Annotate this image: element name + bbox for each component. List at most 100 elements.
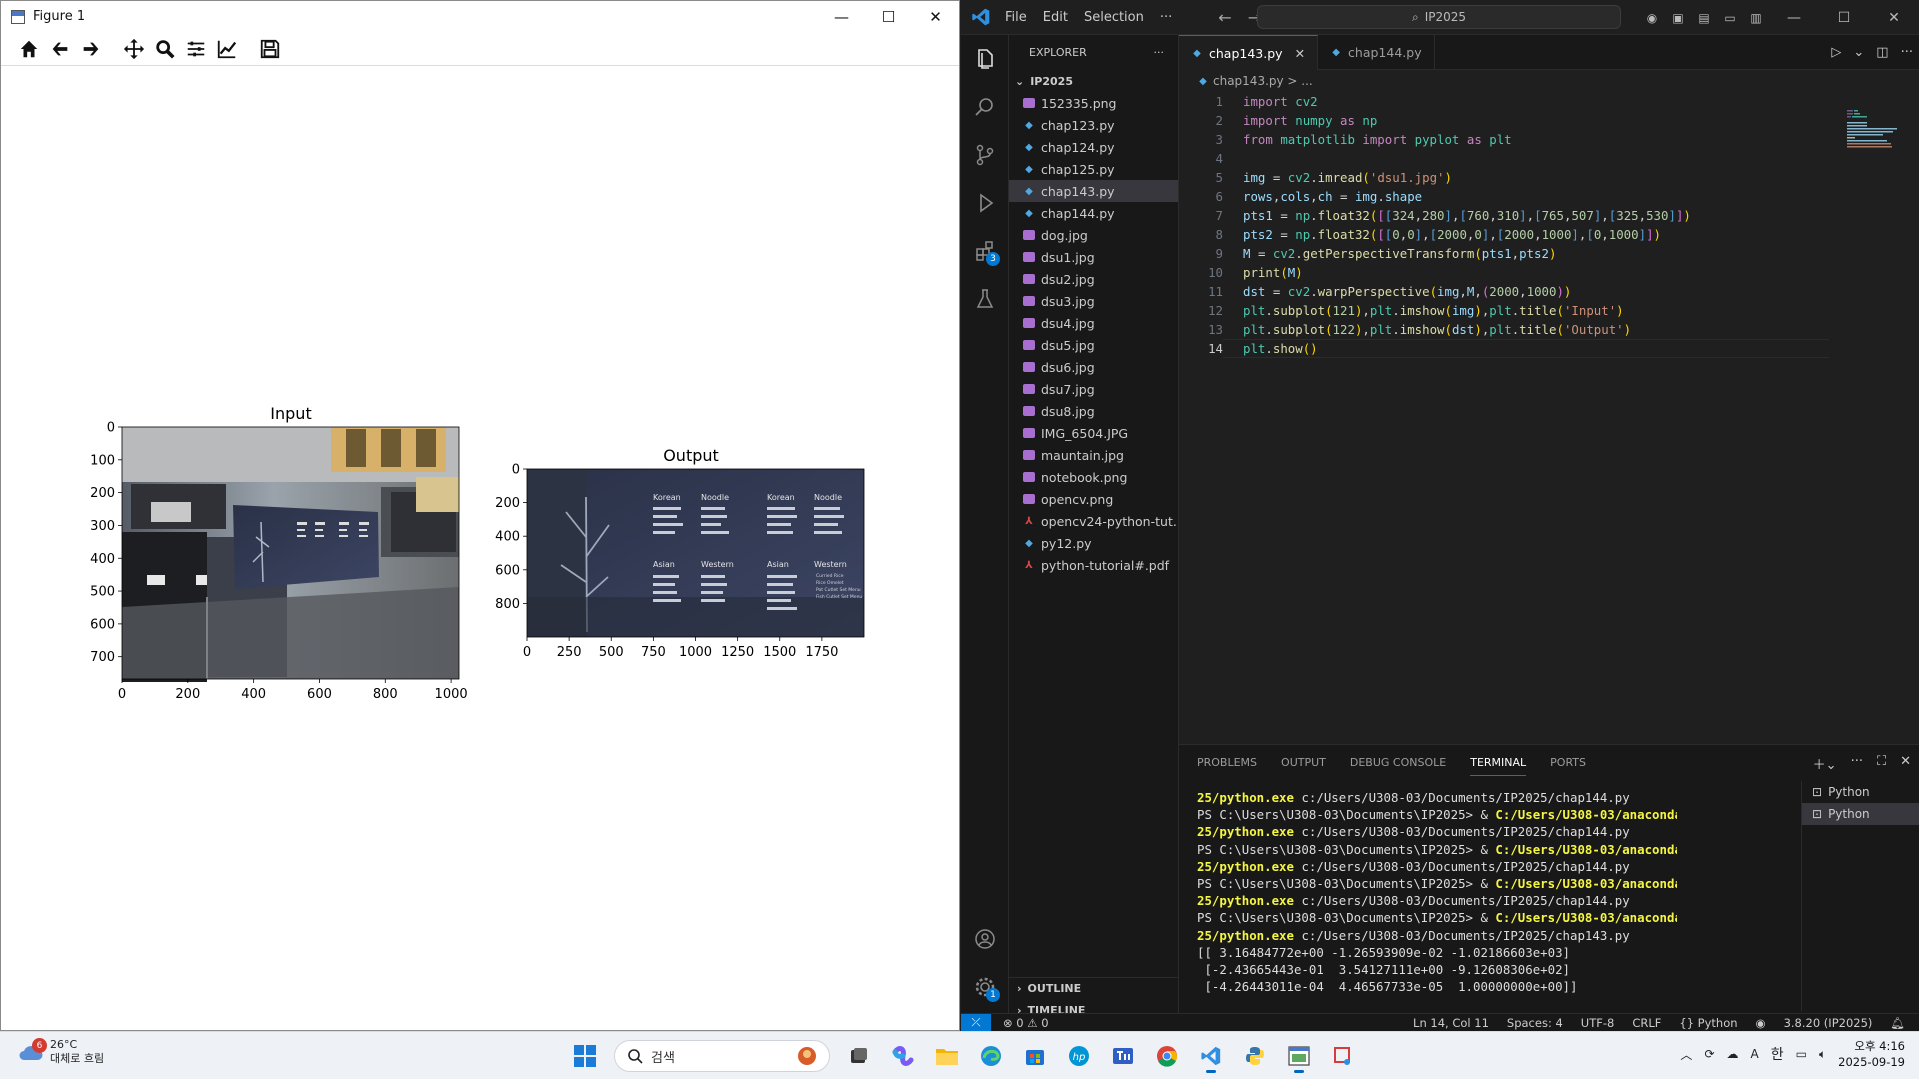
toggle-secondary-sidebar-icon[interactable]: ▥	[1745, 11, 1767, 25]
edit-axis-icon[interactable]	[213, 35, 240, 62]
new-terminal-icon[interactable]: ＋⌄	[1813, 754, 1837, 773]
panel-tab-problems[interactable]: PROBLEMS	[1197, 756, 1257, 769]
back-icon[interactable]	[46, 35, 73, 62]
file-item[interactable]: dog.jpg	[1009, 224, 1178, 246]
task-view-icon[interactable]	[840, 1038, 878, 1074]
close-panel-icon[interactable]: ✕	[1900, 754, 1911, 773]
menu-selection[interactable]: Selection	[1084, 10, 1144, 25]
source-control-icon[interactable]	[961, 131, 1009, 179]
code-line[interactable]: 1 import cv2	[1179, 92, 1919, 111]
code-line[interactable]: 6 rows,cols,ch = img.shape	[1179, 187, 1919, 206]
menu-edit[interactable]: Edit	[1043, 10, 1068, 25]
ime-mode-a[interactable]: A	[1751, 1047, 1759, 1061]
code-line[interactable]: 3 from matplotlib import pyplot as plt	[1179, 130, 1919, 149]
folder-ip2025[interactable]: ⌄ IP2025	[1009, 70, 1178, 92]
file-item[interactable]: dsu4.jpg	[1009, 312, 1178, 334]
cursor-position[interactable]: Ln 14, Col 11	[1413, 1016, 1489, 1030]
save-icon[interactable]	[256, 35, 283, 62]
panel-tab-terminal[interactable]: TERMINAL	[1470, 756, 1527, 776]
file-item[interactable]: ◆ py12.py	[1009, 532, 1178, 554]
copilot-icon[interactable]: ◉	[1641, 11, 1663, 25]
problems-status[interactable]: ⊗ 0 ⚠ 0	[1003, 1016, 1049, 1030]
split-editor-icon[interactable]: ◫	[1876, 45, 1888, 60]
chrome-icon[interactable]	[1148, 1038, 1186, 1074]
file-item[interactable]: ⅄ python-tutorial#.pdf	[1009, 554, 1178, 576]
file-item[interactable]: notebook.png	[1009, 466, 1178, 488]
copilot-app-icon[interactable]	[884, 1038, 922, 1074]
weather-widget[interactable]: 6 26°C 대체로 흐림	[18, 1038, 104, 1066]
python-interpreter[interactable]: 3.8.20 (IP2025)	[1784, 1016, 1873, 1030]
outline-section[interactable]: › OUTLINE	[1009, 977, 1179, 999]
zoom-icon[interactable]	[151, 35, 178, 62]
line-ending[interactable]: CRLF	[1632, 1016, 1661, 1030]
configure-subplots-icon[interactable]	[182, 35, 209, 62]
cloud-off-icon[interactable]: ☁	[1727, 1047, 1739, 1061]
indentation[interactable]: Spaces: 4	[1507, 1016, 1563, 1030]
close-button[interactable]: ✕	[1871, 10, 1917, 26]
language-mode[interactable]: {} Python	[1679, 1016, 1737, 1030]
terminal-item[interactable]: ⊡ Python	[1802, 781, 1919, 803]
code-line[interactable]: 11 dst = cv2.warpPerspective(img,M,(2000,…	[1179, 282, 1919, 301]
toggle-sidebar-icon[interactable]: ▤	[1693, 11, 1715, 25]
python-app-icon[interactable]	[1236, 1038, 1274, 1074]
encoding[interactable]: UTF-8	[1581, 1016, 1615, 1030]
minimize-button[interactable]: —	[818, 1, 865, 32]
run-dropdown-icon[interactable]: ⌄	[1853, 45, 1864, 60]
panel-tab-ports[interactable]: PORTS	[1550, 756, 1586, 769]
tab-chap144[interactable]: ◆ chap144.py	[1318, 35, 1435, 70]
panel-tab-debug-console[interactable]: DEBUG CONSOLE	[1350, 756, 1446, 769]
explorer-icon[interactable]	[961, 35, 1009, 83]
notifications-bell-icon[interactable]: 🔔︎	[1890, 1016, 1905, 1030]
tab-chap143[interactable]: ◆ chap143.py ✕	[1179, 35, 1319, 70]
search-icon[interactable]	[961, 83, 1009, 131]
file-item[interactable]: ◆ chap123.py	[1009, 114, 1178, 136]
display-icon[interactable]: ▭	[1796, 1047, 1807, 1061]
code-line[interactable]: 9 M = cv2.getPerspectiveTransform(pts1,pt…	[1179, 244, 1919, 263]
code-editor[interactable]: 1 import cv2 2 import numpy as np 3 from matp…	[1179, 92, 1919, 358]
manage-gear-icon[interactable]: 1	[961, 963, 1009, 1011]
code-line[interactable]: 2 import numpy as np	[1179, 111, 1919, 130]
panel-more-icon[interactable]: ···	[1851, 754, 1863, 773]
clock[interactable]: 오후 4:16 2025-09-19	[1838, 1038, 1905, 1070]
chevron-up-icon[interactable]: ︿	[1680, 1046, 1692, 1063]
speaker-icon[interactable]: 🔈︎	[1819, 1047, 1826, 1062]
panel-tab-output[interactable]: OUTPUT	[1281, 756, 1326, 769]
explorer-more-icon[interactable]: ···	[1154, 46, 1165, 59]
file-item[interactable]: ◆ chap144.py	[1009, 202, 1178, 224]
sync-icon[interactable]: ⟳	[1704, 1047, 1714, 1061]
pan-icon[interactable]	[120, 35, 147, 62]
file-explorer-icon[interactable]	[928, 1038, 966, 1074]
file-item[interactable]: dsu6.jpg	[1009, 356, 1178, 378]
teams-app-icon[interactable]	[1104, 1038, 1142, 1074]
minimize-button[interactable]: —	[1771, 10, 1817, 26]
ime-mode-hangul[interactable]: 한	[1771, 1044, 1784, 1064]
nav-back-icon[interactable]: ←	[1218, 8, 1231, 27]
editor-more-icon[interactable]: ···	[1901, 45, 1913, 60]
snipping-tool-icon[interactable]	[1324, 1038, 1362, 1074]
code-line[interactable]: 10 print(M)	[1179, 263, 1919, 282]
file-item[interactable]: 152335.png	[1009, 92, 1178, 114]
code-line[interactable]: 7 pts1 = np.float32([[324,280],[760,310],…	[1179, 206, 1919, 225]
terminal-item[interactable]: ⊡ Python	[1802, 803, 1919, 825]
start-button[interactable]	[566, 1038, 604, 1074]
file-item[interactable]: ◆ chap124.py	[1009, 136, 1178, 158]
menu-file[interactable]: File	[1005, 10, 1027, 25]
close-tab-icon[interactable]: ✕	[1295, 46, 1305, 61]
terminal-output[interactable]: 25/python.exe c:/Users/U308-03/Documents…	[1197, 789, 1677, 995]
menu-more[interactable]: ···	[1160, 10, 1172, 25]
maximize-button[interactable]: ☐	[865, 1, 912, 32]
forward-icon[interactable]	[77, 35, 104, 62]
command-center-search[interactable]: ⌕ IP2025	[1257, 5, 1621, 29]
file-item[interactable]: IMG_6504.JPG	[1009, 422, 1178, 444]
copilot-status-icon[interactable]: ◉	[1756, 1016, 1766, 1030]
file-item[interactable]: mauntain.jpg	[1009, 444, 1178, 466]
breadcrumb-text[interactable]: chap143.py > ...	[1213, 74, 1313, 88]
file-item[interactable]: dsu8.jpg	[1009, 400, 1178, 422]
taskbar-search[interactable]: 검색	[614, 1040, 830, 1072]
file-item[interactable]: ◆ chap143.py	[1009, 180, 1178, 202]
code-line[interactable]: 5 img = cv2.imread('dsu1.jpg')	[1179, 168, 1919, 187]
file-item[interactable]: opencv.png	[1009, 488, 1178, 510]
run-debug-icon[interactable]	[961, 179, 1009, 227]
hp-icon[interactable]: hp	[1060, 1038, 1098, 1074]
maximize-button[interactable]: ☐	[1821, 10, 1867, 26]
